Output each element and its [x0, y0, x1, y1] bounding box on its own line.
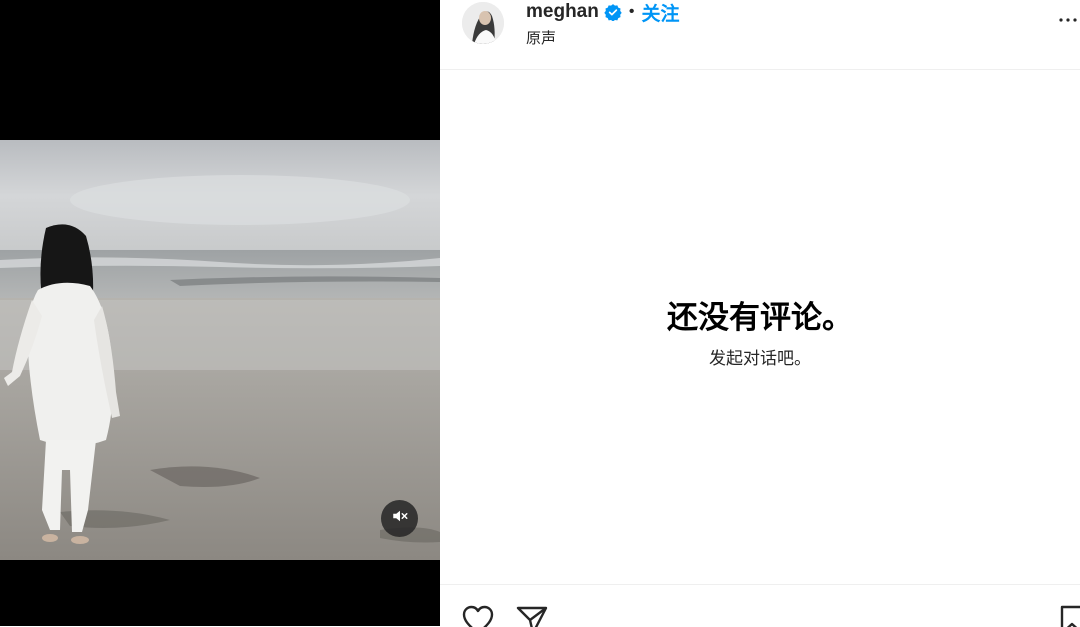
author-row: meghan • 关注: [526, 0, 679, 26]
avatar[interactable]: [462, 2, 504, 44]
post-media: [0, 0, 440, 626]
heart-icon: [462, 605, 494, 627]
share-button[interactable]: [516, 605, 548, 627]
beach-video-frame: [0, 140, 440, 560]
verified-badge-icon: [604, 3, 622, 21]
empty-comments-subtitle: 发起对话吧。: [709, 349, 811, 368]
mute-toggle-button[interactable]: [381, 500, 418, 537]
like-button[interactable]: [462, 605, 494, 627]
empty-comments-title: 还没有评论。: [667, 300, 853, 335]
more-options-icon: [1056, 8, 1080, 37]
more-options-button[interactable]: [1056, 10, 1080, 34]
save-button[interactable]: [1060, 605, 1080, 627]
comments-section: 还没有评论。 发起对话吧。: [440, 70, 1080, 584]
speaker-muted-icon: [391, 507, 409, 530]
audio-label-link[interactable]: 原声: [526, 27, 556, 48]
video-player[interactable]: [0, 140, 440, 560]
paper-plane-icon: [516, 606, 548, 627]
post-header: meghan • 关注 原声: [440, 0, 1080, 70]
username-link[interactable]: meghan: [526, 1, 599, 23]
follow-button[interactable]: 关注: [641, 0, 679, 26]
separator-dot: •: [628, 3, 635, 20]
post-details-panel: meghan • 关注 原声 还没有评论。 发起对话吧。: [440, 0, 1080, 627]
bookmark-icon: [1060, 605, 1080, 627]
action-bar: [440, 584, 1080, 627]
